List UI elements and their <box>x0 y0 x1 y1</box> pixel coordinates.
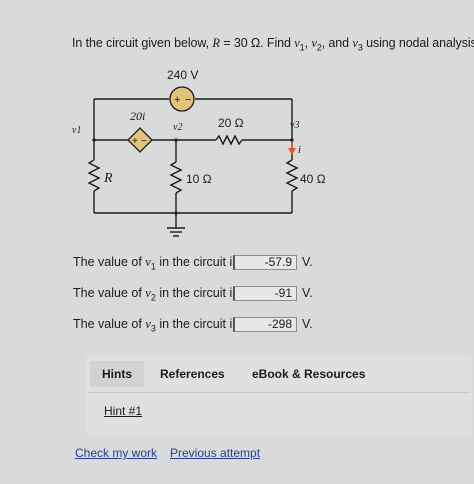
answer-unit-v3: V. <box>302 317 313 331</box>
answer-prefix: The value of <box>73 286 146 300</box>
current-label: i <box>298 144 301 156</box>
previous-attempt-link[interactable]: Previous attempt <box>170 446 260 460</box>
answer-row-v2: The value of v2 in the circuit is <box>73 286 239 303</box>
node-dot-ground <box>174 211 178 215</box>
answer-prefix: The value of <box>73 317 146 331</box>
source-label: 240 V <box>167 68 198 82</box>
node-v1-label: v1 <box>72 125 81 136</box>
resistor-r <box>87 159 101 192</box>
check-my-work-link[interactable]: Check my work <box>75 446 157 460</box>
answer-row-v1: The value of v1 in the circuit is <box>73 255 239 272</box>
r-label: R <box>103 171 113 186</box>
node-v2-label: v2 <box>173 122 182 133</box>
hint-1-link[interactable]: Hint #1 <box>104 404 142 418</box>
node-dot-v1 <box>92 138 96 142</box>
tab-references[interactable]: References <box>160 367 225 381</box>
current-arrow-head-icon <box>288 148 296 155</box>
answer-unit-v1: V. <box>302 255 313 269</box>
resistor-20 <box>215 134 243 146</box>
r40-label: 40 Ω <box>300 172 326 186</box>
source-plus: + <box>174 94 180 106</box>
answer-unit-v2: V. <box>302 286 313 300</box>
answer-prefix: The value of <box>73 255 146 269</box>
answer-input-v1[interactable]: -57.9 <box>233 255 297 270</box>
dep-plus: + <box>132 136 138 147</box>
tabs-divider <box>88 392 470 393</box>
tab-ebook-resources[interactable]: eBook & Resources <box>252 367 365 381</box>
source-minus: − <box>185 94 191 106</box>
resistor-10 <box>169 161 183 194</box>
answer-input-v2[interactable]: -91 <box>233 286 297 301</box>
tab-hints[interactable]: Hints <box>90 361 144 387</box>
resistor-40 <box>285 159 299 192</box>
answer-suffix: in the circuit is <box>155 317 239 331</box>
answer-suffix: in the circuit is <box>155 255 239 269</box>
dep-minus: − <box>141 136 147 147</box>
node-v3-label: v3 <box>290 120 299 131</box>
answer-input-v3[interactable]: -298 <box>233 317 297 332</box>
node-dot-v2 <box>174 138 178 142</box>
r20-label: 20 Ω <box>218 116 244 130</box>
dep-source-label: 20i <box>130 109 145 123</box>
answer-suffix: in the circuit is <box>155 286 239 300</box>
node-dot-v3 <box>290 138 294 142</box>
answer-row-v3: The value of v3 in the circuit is <box>73 317 239 334</box>
r10-label: 10 Ω <box>186 172 212 186</box>
